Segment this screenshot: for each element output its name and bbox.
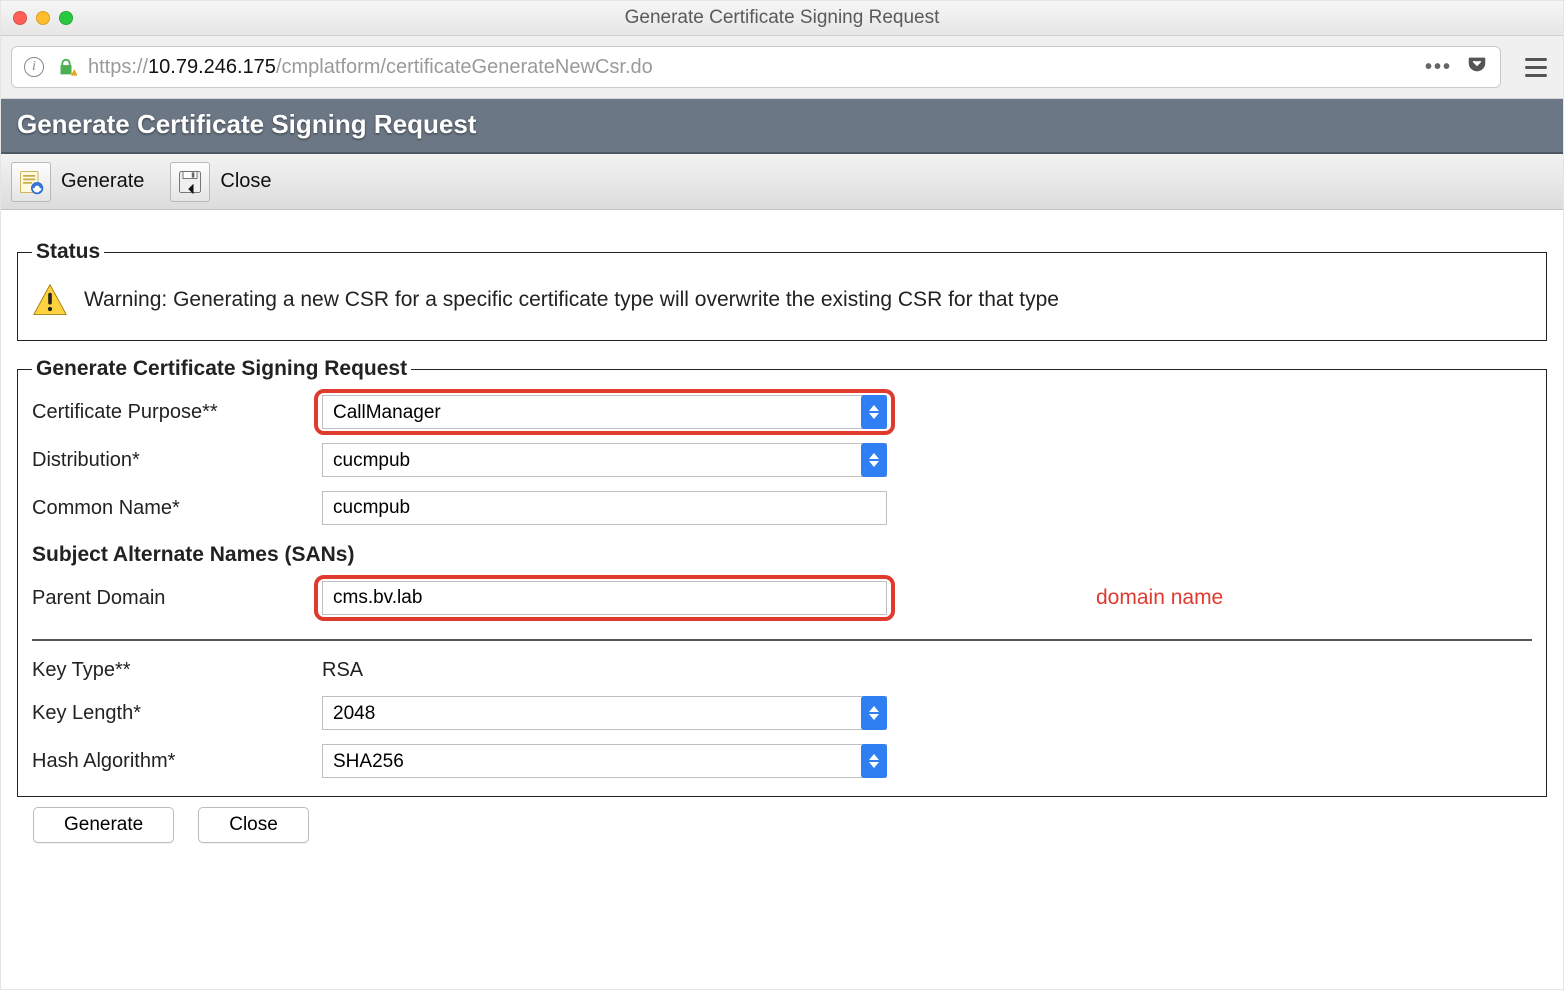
toolbar-close-button[interactable]: Close — [170, 162, 271, 202]
browser-menu-icon[interactable] — [1525, 58, 1547, 77]
key-type-value: RSA — [322, 659, 1082, 682]
select-caret-icon — [861, 744, 887, 778]
key-length-select[interactable]: 2048 — [322, 696, 887, 730]
csr-form-fieldset: Generate Certificate Signing Request Cer… — [17, 357, 1547, 797]
site-info-icon[interactable]: i — [24, 57, 44, 77]
toolbar-generate-label: Generate — [61, 170, 144, 193]
close-button[interactable]: Close — [198, 807, 309, 843]
page-title: Generate Certificate Signing Request — [1, 99, 1563, 154]
address-bar[interactable]: i https://10.79.246.175/cmplatform/certi… — [11, 46, 1501, 88]
distribution-label: Distribution* — [32, 449, 322, 472]
toolbar: Generate Close — [1, 154, 1563, 210]
toolbar-close-label: Close — [220, 170, 271, 193]
parent-domain-label: Parent Domain — [32, 587, 322, 610]
hash-algorithm-select[interactable]: SHA256 — [322, 744, 887, 778]
browser-chrome: i https://10.79.246.175/cmplatform/certi… — [1, 36, 1563, 99]
status-warning-text: Warning: Generating a new CSR for a spec… — [84, 288, 1059, 312]
form-footer: Generate Close — [9, 807, 1555, 843]
certificate-generate-icon — [11, 162, 51, 202]
lock-warning-icon[interactable] — [54, 55, 78, 79]
annotation-domain-name: domain name — [1082, 586, 1532, 610]
status-fieldset: Status Warning: Generating a new CSR for… — [17, 240, 1547, 341]
select-caret-icon — [861, 696, 887, 730]
csr-form-legend: Generate Certificate Signing Request — [32, 357, 411, 381]
url-text: https://10.79.246.175/cmplatform/certifi… — [88, 56, 1415, 79]
warning-icon — [32, 282, 68, 318]
page-actions-icon[interactable]: ••• — [1425, 56, 1452, 79]
common-name-label: Common Name* — [32, 497, 322, 520]
status-legend: Status — [32, 240, 104, 264]
pocket-icon[interactable] — [1466, 53, 1488, 81]
save-close-icon — [170, 162, 210, 202]
distribution-select[interactable]: cucmpub — [322, 443, 887, 477]
toolbar-generate-button[interactable]: Generate — [11, 162, 144, 202]
window-titlebar: Generate Certificate Signing Request — [1, 1, 1563, 36]
common-name-input[interactable] — [322, 491, 887, 525]
parent-domain-input[interactable] — [322, 581, 887, 615]
generate-button[interactable]: Generate — [33, 807, 174, 843]
sans-heading: Subject Alternate Names (SANs) — [32, 539, 1532, 567]
key-type-label: Key Type** — [32, 659, 322, 682]
form-divider — [32, 639, 1532, 641]
cert-purpose-select[interactable]: CallManager — [322, 395, 887, 429]
window-title: Generate Certificate Signing Request — [1, 7, 1563, 29]
select-caret-icon — [861, 443, 887, 477]
cert-purpose-label: Certificate Purpose** — [32, 401, 322, 424]
select-caret-icon — [861, 395, 887, 429]
hash-algorithm-label: Hash Algorithm* — [32, 750, 322, 773]
key-length-label: Key Length* — [32, 702, 322, 725]
